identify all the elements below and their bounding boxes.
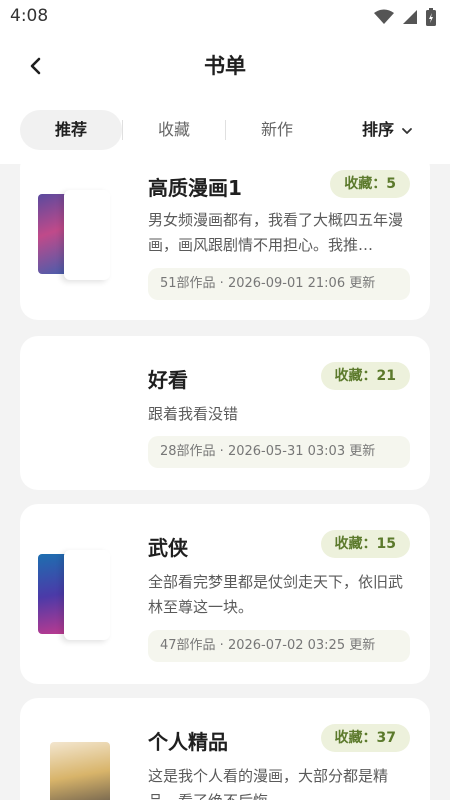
tab-label: 收藏 (157, 120, 190, 139)
tab-divider (122, 120, 123, 140)
tab-bar: 推荐 收藏 新作 排序 (0, 100, 450, 164)
booklist-cover (38, 742, 110, 800)
booklist-title: 高质漫画1 (148, 176, 242, 200)
header: 书单 (0, 32, 450, 100)
cover-image (64, 366, 110, 456)
status-time: 4:08 (10, 6, 49, 26)
booklist-cover (38, 366, 110, 456)
booklist-card[interactable]: 高质漫画1 收藏：5 男女频漫画都有，我看了大概四五年漫画，画风跟剧情不用担心。… (20, 164, 430, 320)
battery-icon (426, 8, 436, 26)
booklist-cover (38, 190, 110, 280)
booklist-description: 全部看完梦里都是仗剑走天下，依旧武林至尊这一块。 (148, 573, 404, 616)
tab-new[interactable]: 新作 (227, 110, 327, 150)
cover-image (50, 742, 110, 800)
booklist-cover (38, 550, 110, 640)
cover-image (64, 550, 110, 640)
booklist-title: 好看 (148, 368, 188, 392)
favorites-badge: 收藏：21 (320, 362, 410, 390)
booklist-meta: 28部作品 · 2026-05-31 03:03 更新 (148, 436, 410, 468)
booklist-list: 高质漫画1 收藏：5 男女频漫画都有，我看了大概四五年漫画，画风跟剧情不用担心。… (0, 164, 450, 800)
booklist-meta: 51部作品 · 2026-09-01 21:06 更新 (148, 268, 410, 300)
cover-image (64, 190, 110, 280)
booklist-title: 个人精品 (148, 730, 228, 754)
favorites-badge: 收藏：15 (320, 530, 410, 558)
booklist-description: 男女频漫画都有，我看了大概四五年漫画，画风跟剧情不用担心。我推… (148, 211, 404, 254)
chevron-down-icon (402, 127, 412, 134)
tab-recommend[interactable]: 推荐 (20, 110, 122, 150)
booklist-description: 跟着我看没错 (148, 405, 239, 423)
tab-label: 推荐 (54, 120, 87, 139)
tab-label: 排序 (361, 120, 394, 139)
status-icons (374, 8, 436, 26)
tab-divider (225, 120, 226, 140)
wifi-icon (374, 9, 394, 24)
booklist-card[interactable]: 个人精品 收藏：37 这是我个人看的漫画，大部分都是精品，看了绝不后悔。 (20, 698, 430, 800)
page-title: 书单 (204, 54, 246, 78)
favorites-badge: 收藏：5 (330, 170, 410, 198)
status-bar: 4:08 (0, 0, 450, 32)
signal-icon (403, 10, 417, 24)
booklist-description: 这是我个人看的漫画，大部分都是精品，看了绝不后悔。 (148, 767, 389, 800)
tab-favorites[interactable]: 收藏 (124, 110, 224, 150)
tab-sort[interactable]: 排序 (348, 110, 428, 150)
booklist-title: 武侠 (148, 536, 188, 560)
tab-label: 新作 (260, 120, 293, 139)
booklist-meta: 47部作品 · 2026-07-02 03:25 更新 (148, 630, 410, 662)
booklist-card[interactable]: 武侠 收藏：15 全部看完梦里都是仗剑走天下，依旧武林至尊这一块。 47部作品 … (20, 504, 430, 684)
booklist-card[interactable]: 好看 收藏：21 跟着我看没错 28部作品 · 2026-05-31 03:03… (20, 336, 430, 490)
favorites-badge: 收藏：37 (320, 724, 410, 752)
